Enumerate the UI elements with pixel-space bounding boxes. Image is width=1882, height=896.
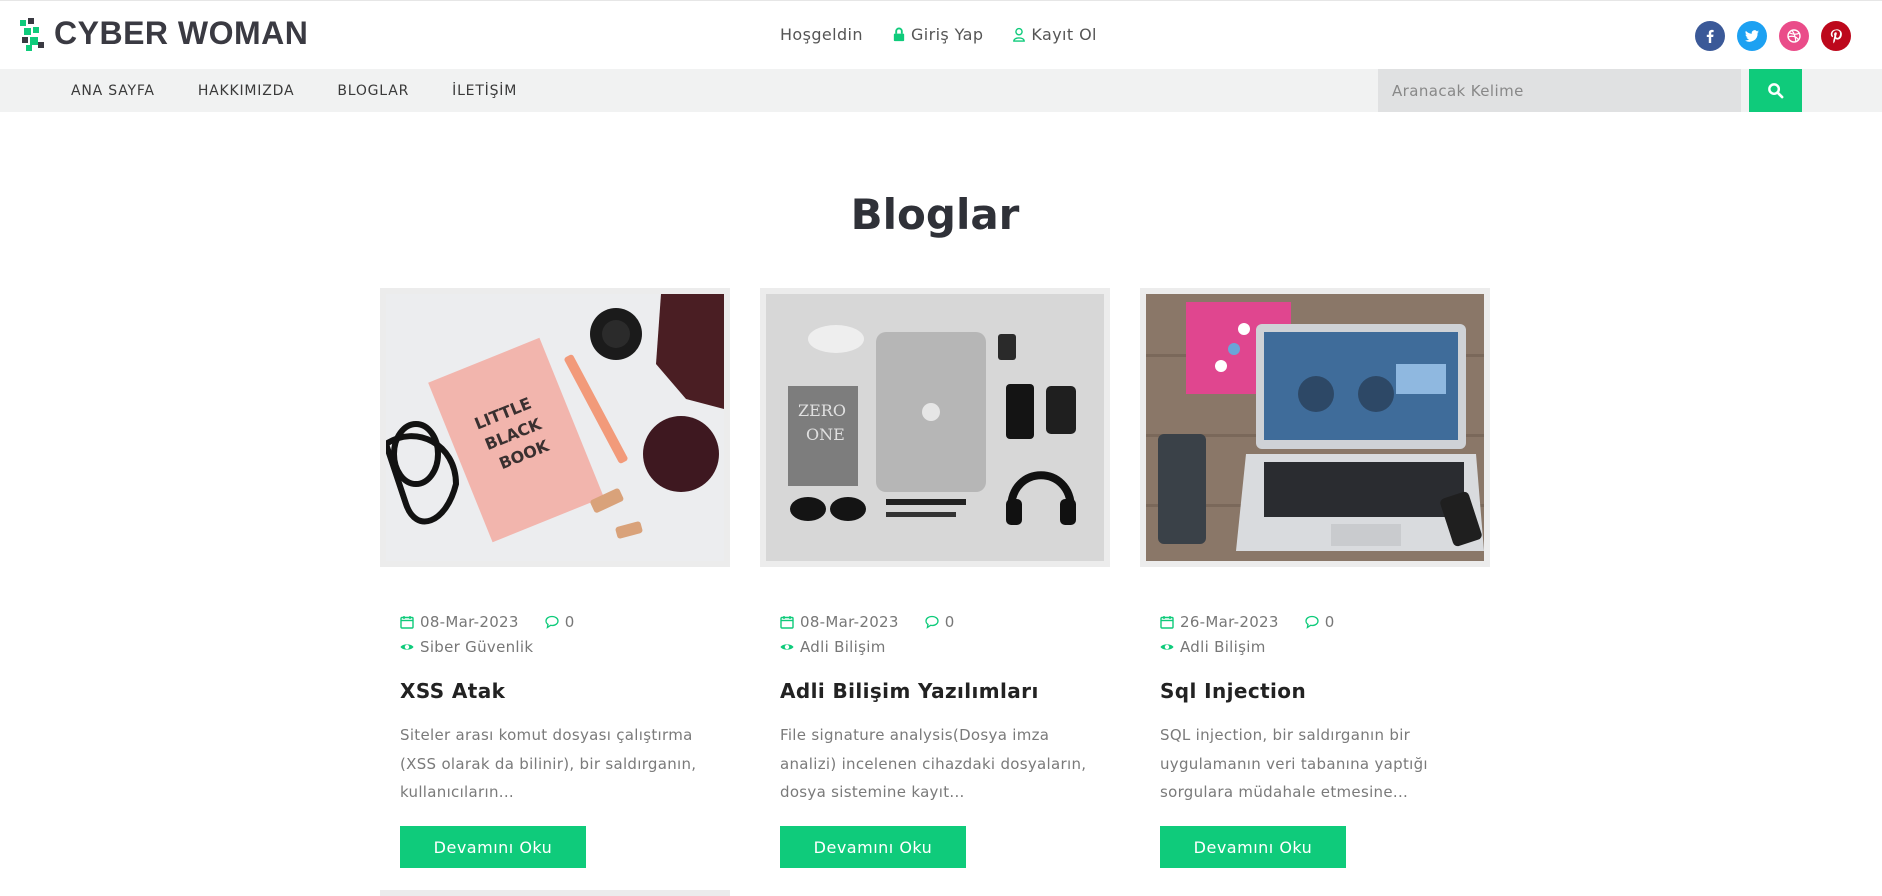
nav-item-home[interactable]: ANA SAYFA — [71, 83, 155, 99]
post-title[interactable]: Sql Injection — [1160, 679, 1470, 703]
eye-icon — [780, 644, 794, 650]
post-image[interactable]: ZERO ONE — [760, 288, 1110, 567]
user-icon — [1013, 27, 1026, 42]
register-label: Kayıt Ol — [1031, 25, 1097, 44]
calendar-icon — [400, 616, 414, 629]
next-card-edge — [380, 890, 730, 896]
post-category[interactable]: Siber Güvenlik — [400, 638, 710, 656]
comment-icon — [1305, 615, 1319, 629]
category-label: Adli Bilişim — [1180, 638, 1266, 656]
calendar-icon — [1160, 616, 1174, 629]
post-category[interactable]: Adli Bilişim — [1160, 638, 1470, 656]
pinterest-icon[interactable] — [1821, 21, 1851, 51]
nav-item-about[interactable]: HAKKIMIZDA — [198, 83, 295, 99]
social-links — [1695, 21, 1851, 51]
logo-icon — [20, 17, 44, 51]
comment-icon — [545, 615, 559, 629]
post-excerpt: File signature analysis(Dosya imza anali… — [780, 726, 1087, 801]
blog-card: ZERO ONE 08-Mar-2023 0 Adli Bilişim Adli… — [760, 288, 1110, 868]
post-category[interactable]: Adli Bilişim — [780, 638, 1090, 656]
brand-name: CYBER WOMAN — [54, 15, 309, 51]
comment-count: 0 — [944, 613, 955, 631]
laptop-flatlay-image: ZERO ONE — [766, 294, 1104, 561]
nav-item-contact[interactable]: İLETİŞİM — [452, 83, 517, 99]
search-button[interactable] — [1749, 69, 1802, 112]
comment-icon — [925, 615, 939, 629]
eye-icon — [400, 644, 414, 650]
top-bar: CYBER WOMAN Hoşgeldin Giriş Yap Kayıt Ol — [0, 0, 1882, 69]
post-excerpt: Siteler arası komut dosyası çalıştırma (… — [400, 726, 697, 801]
post-comments[interactable]: 0 — [1305, 613, 1335, 631]
post-date: 08-Mar-2023 — [780, 613, 899, 631]
calendar-icon — [780, 616, 794, 629]
read-more-button[interactable]: Devamını Oku — [780, 826, 966, 868]
top-links: Hoşgeldin Giriş Yap Kayıt Ol — [780, 25, 1097, 44]
login-link[interactable]: Giriş Yap — [892, 25, 983, 44]
post-date-text: 26-Mar-2023 — [1180, 613, 1279, 631]
register-link[interactable]: Kayıt Ol — [1012, 25, 1097, 44]
page-title: Bloglar — [850, 190, 1020, 239]
facebook-icon[interactable] — [1695, 21, 1725, 51]
read-more-button[interactable]: Devamını Oku — [1160, 826, 1346, 868]
welcome-link[interactable]: Hoşgeldin — [780, 25, 863, 44]
read-more-button[interactable]: Devamını Oku — [400, 826, 586, 868]
login-label: Giriş Yap — [910, 25, 984, 44]
nav-menu: ANA SAYFA HAKKIMIZDA BLOGLAR İLETİŞİM — [71, 69, 517, 112]
comment-count: 0 — [1324, 613, 1335, 631]
lock-icon — [893, 27, 905, 42]
post-image[interactable] — [1140, 288, 1490, 567]
search-icon — [1768, 83, 1784, 99]
blog-card: 26-Mar-2023 0 Adli Bilişim Sql Injection… — [1140, 288, 1490, 868]
search-input[interactable] — [1378, 69, 1741, 112]
post-date-text: 08-Mar-2023 — [800, 613, 899, 631]
post-date-text: 08-Mar-2023 — [420, 613, 519, 631]
post-date: 26-Mar-2023 — [1160, 613, 1279, 631]
post-title[interactable]: XSS Atak — [400, 679, 710, 703]
eye-icon — [1160, 644, 1174, 650]
category-label: Siber Güvenlik — [420, 638, 534, 656]
post-comments[interactable]: 0 — [545, 613, 575, 631]
twitter-icon[interactable] — [1737, 21, 1767, 51]
comment-count: 0 — [564, 613, 575, 631]
category-label: Adli Bilişim — [800, 638, 886, 656]
post-date: 08-Mar-2023 — [400, 613, 519, 631]
book-flatlay-image: LITTLE BLACK BOOK — [386, 294, 724, 561]
post-excerpt: SQL injection, bir saldırganın bir uygul… — [1160, 726, 1428, 801]
post-comments[interactable]: 0 — [925, 613, 955, 631]
brand[interactable]: CYBER WOMAN — [18, 15, 308, 52]
svg-text:ZERO: ZERO — [798, 401, 846, 420]
nav-item-blogs[interactable]: BLOGLAR — [337, 83, 409, 99]
post-image[interactable]: LITTLE BLACK BOOK — [380, 288, 730, 567]
dribbble-icon[interactable] — [1779, 21, 1809, 51]
post-title[interactable]: Adli Bilişim Yazılımları — [780, 679, 1090, 703]
svg-text:ONE: ONE — [806, 425, 845, 444]
main-nav: ANA SAYFA HAKKIMIZDA BLOGLAR İLETİŞİM — [0, 69, 1882, 112]
blog-card: LITTLE BLACK BOOK 08-Mar-2023 0 Siber Gü… — [380, 288, 730, 868]
desk-laptop-image — [1146, 294, 1484, 561]
